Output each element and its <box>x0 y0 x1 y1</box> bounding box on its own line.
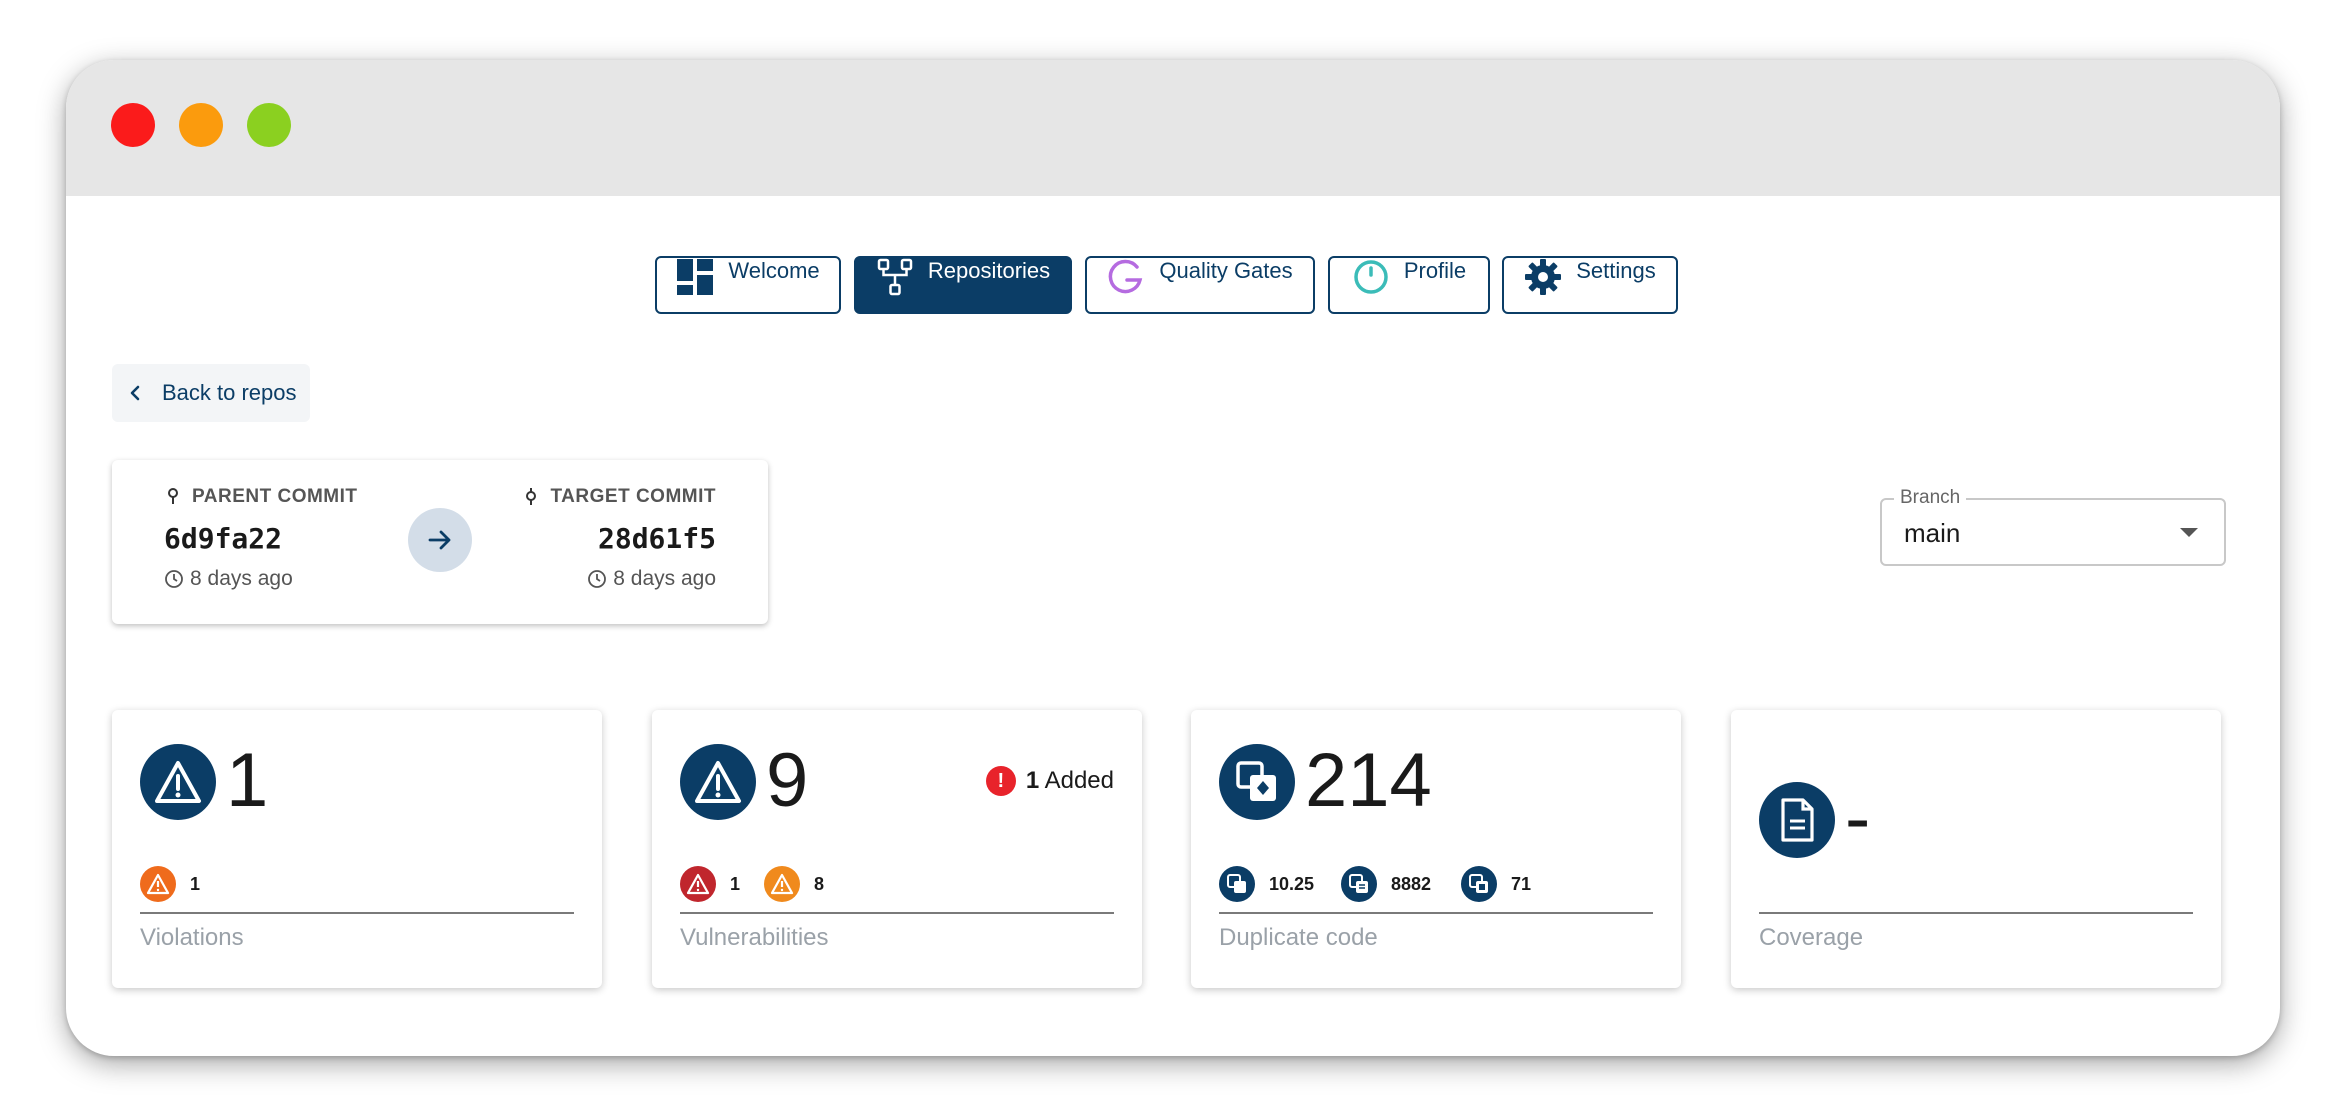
clock-icon <box>165 570 183 588</box>
branch-icon <box>877 258 913 296</box>
compare-arrow <box>408 508 472 572</box>
parent-commit-time: 8 days ago <box>164 567 293 591</box>
added-badge: ! 1 Added <box>985 766 1114 796</box>
card-divider <box>1219 912 1653 914</box>
nav-repositories-label: Repositories <box>927 258 1051 283</box>
warning-icon <box>140 744 216 820</box>
duplicate-icon <box>1219 744 1295 820</box>
parent-commit-label: PARENT COMMIT <box>166 486 358 508</box>
commit-comparison-card: PARENT COMMIT 6d9fa22 8 days ago TARGET … <box>112 460 768 624</box>
main-content: Welcome Repositories Quality Gates Profi… <box>66 196 2280 1056</box>
target-commit-time: 8 days ago <box>587 567 716 591</box>
nav-repositories-button[interactable]: Repositories <box>854 256 1072 314</box>
violations-card[interactable]: 1 1 Violations <box>112 710 602 988</box>
nav-profile-button[interactable]: Profile <box>1328 256 1490 314</box>
gear-icon <box>1525 259 1562 295</box>
vulnerabilities-value: 9 <box>766 738 809 823</box>
violations-value: 1 <box>226 738 269 823</box>
coverage-card[interactable]: - Coverage <box>1731 710 2221 988</box>
card-divider <box>1759 912 2193 914</box>
maximize-window-button[interactable] <box>247 103 291 147</box>
dashboard-icon <box>677 259 714 295</box>
vulnerabilities-high: 8 <box>764 866 824 902</box>
violations-high: 1 <box>140 866 200 902</box>
target-commit-hash[interactable]: 28d61f5 <box>598 522 716 555</box>
violations-title: Violations <box>140 924 244 951</box>
duplicate-stat-1: 10.25 <box>1219 866 1314 902</box>
app-window: Welcome Repositories Quality Gates Profi… <box>66 60 2280 1056</box>
card-divider <box>140 912 574 914</box>
branch-label: Branch <box>1894 487 1967 509</box>
arrow-right-icon <box>428 530 451 550</box>
nav-settings-label: Settings <box>1576 258 1656 283</box>
duplicate-percent-icon <box>1219 866 1255 902</box>
back-label: Back to repos <box>162 380 297 405</box>
caret-down-icon <box>2180 528 2198 537</box>
nav-settings-button[interactable]: Settings <box>1502 256 1678 314</box>
duplicate-stat-2: 8882 <box>1341 866 1431 902</box>
quality-gates-icon <box>1109 259 1143 294</box>
parent-commit-hash[interactable]: 6d9fa22 <box>164 522 282 555</box>
duplicate-stat-3: 71 <box>1461 866 1531 902</box>
nav-welcome-label: Welcome <box>728 258 820 283</box>
top-nav: Welcome Repositories Quality Gates Profi… <box>66 256 2280 314</box>
commit-pin-icon <box>526 488 537 505</box>
duplicate-lines-icon <box>1341 866 1377 902</box>
target-commit-label: TARGET COMMIT <box>524 486 716 508</box>
nav-quality-gates-label: Quality Gates <box>1159 258 1293 283</box>
close-window-button[interactable] <box>111 103 155 147</box>
profile-icon <box>1354 260 1388 294</box>
vulnerabilities-critical: 1 <box>680 866 740 902</box>
branch-value: main <box>1904 518 1961 548</box>
vulnerabilities-title: Vulnerabilities <box>680 924 829 951</box>
duplicate-value: 214 <box>1305 738 1432 823</box>
duplicate-blocks-icon <box>1461 866 1497 902</box>
commit-pin-icon <box>168 488 178 504</box>
nav-welcome-button[interactable]: Welcome <box>655 256 841 314</box>
document-icon <box>1759 782 1835 858</box>
card-divider <box>680 912 1114 914</box>
title-bar <box>66 60 2280 196</box>
warning-icon <box>764 866 800 902</box>
coverage-value: - <box>1845 776 1871 861</box>
branch-select[interactable]: Branch main <box>1880 487 2226 566</box>
duplicate-code-card[interactable]: 214 10.25 8882 71 Duplicate code <box>1191 710 1681 988</box>
warning-icon <box>680 866 716 902</box>
clock-icon <box>588 570 607 588</box>
alert-icon: ! <box>985 766 1016 796</box>
nav-profile-label: Profile <box>1403 258 1467 283</box>
minimize-window-button[interactable] <box>179 103 223 147</box>
duplicate-title: Duplicate code <box>1219 924 1378 951</box>
warning-icon <box>680 744 756 820</box>
nav-quality-gates-button[interactable]: Quality Gates <box>1085 256 1315 314</box>
back-to-repos-button[interactable]: Back to repos <box>112 364 310 422</box>
vulnerabilities-card[interactable]: 9 ! 1 Added 1 8 Vulnerabilities <box>652 710 1142 988</box>
coverage-title: Coverage <box>1759 924 1864 951</box>
chevron-left-icon <box>130 385 140 401</box>
warning-icon <box>140 866 176 902</box>
